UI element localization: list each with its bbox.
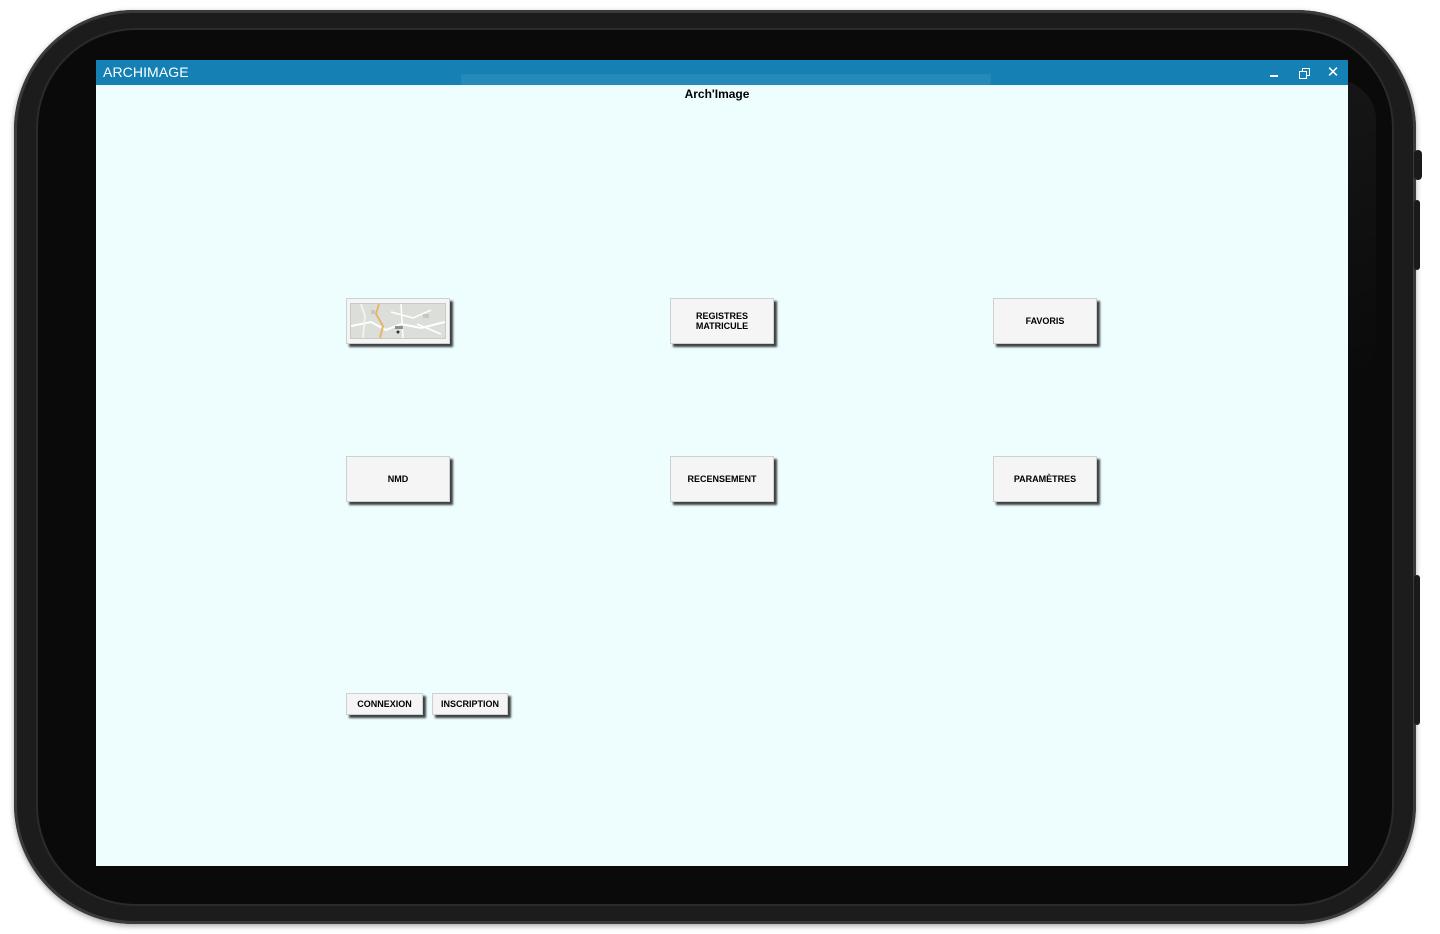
minimize-button[interactable] (1261, 60, 1287, 85)
minimize-icon (1270, 74, 1278, 77)
restore-button[interactable] (1291, 60, 1317, 85)
tablet-power-button (1414, 150, 1422, 180)
parametres-button[interactable]: PARAMÈTRES (993, 456, 1097, 502)
nmd-button[interactable]: NMD (346, 456, 450, 502)
close-button[interactable]: ✕ (1320, 60, 1346, 85)
tablet-volume-button (1414, 575, 1420, 725)
titlebar-reflection (461, 74, 991, 85)
map-tile-button[interactable] (346, 298, 450, 344)
signup-button[interactable]: INSCRIPTION (432, 693, 508, 715)
map-thumbnail-icon (350, 303, 446, 339)
window-titlebar[interactable]: ARCHIMAGE ✕ (96, 60, 1348, 85)
close-icon: ✕ (1326, 63, 1340, 81)
app-window: ARCHIMAGE ✕ Arch'Image REGISTRES MATRICU… (96, 60, 1348, 866)
restore-icon (1299, 67, 1310, 79)
page-title: Arch'Image (684, 87, 750, 101)
window-title: ARCHIMAGE (103, 64, 189, 80)
tablet-side-button (1414, 200, 1420, 270)
login-button[interactable]: CONNEXION (346, 693, 423, 715)
favoris-button[interactable]: FAVORIS (993, 298, 1097, 344)
recensement-button[interactable]: RECENSEMENT (670, 456, 774, 502)
registres-matricule-button[interactable]: REGISTRES MATRICULE (670, 298, 774, 344)
